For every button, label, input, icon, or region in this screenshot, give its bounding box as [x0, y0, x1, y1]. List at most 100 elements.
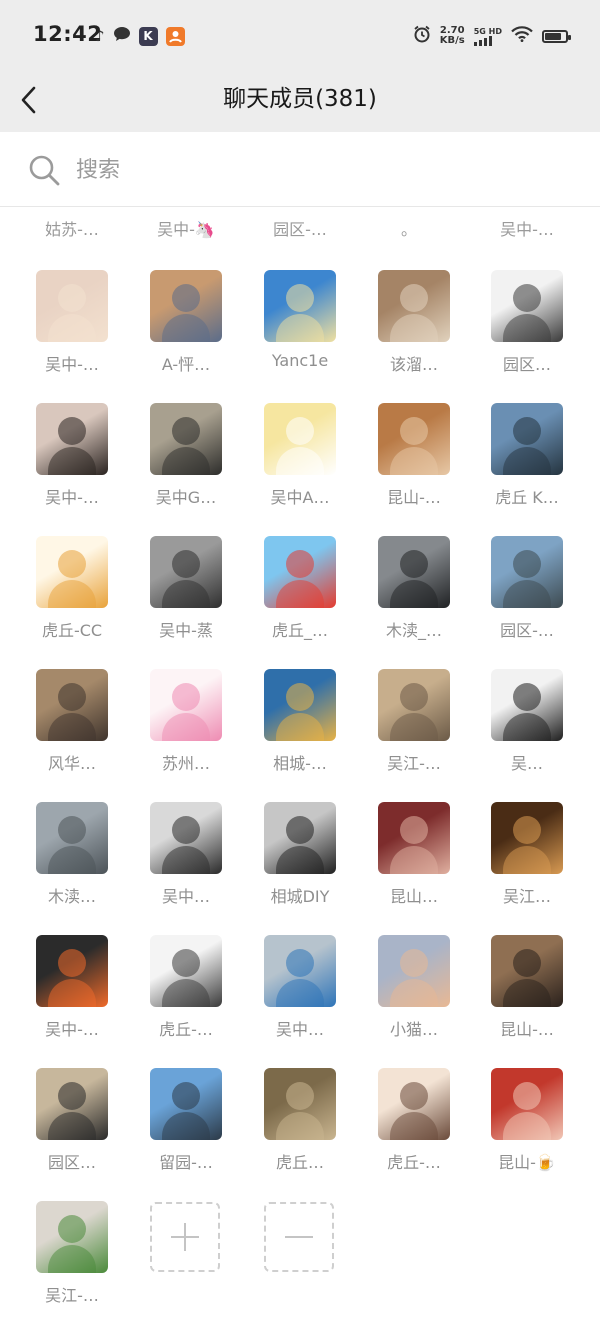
member-item[interactable]: 吴江-…: [359, 669, 469, 789]
member-item[interactable]: 吴中…: [131, 802, 241, 922]
member-item[interactable]: 风华…: [17, 669, 127, 789]
avatar: [150, 802, 222, 874]
avatar: [491, 403, 563, 475]
member-name: 吴中…: [275, 1020, 324, 1039]
member-item[interactable]: 木渎…: [17, 802, 127, 922]
member-item[interactable]: 相城DIY: [245, 802, 355, 922]
member-name: 风华…: [47, 754, 96, 773]
network-label: 5G HD: [473, 26, 502, 36]
member-name: 园区-…: [500, 621, 554, 640]
member-item[interactable]: 留园-…: [131, 1068, 241, 1188]
member-item[interactable]: A-怦…: [131, 270, 241, 390]
avatar: [378, 1068, 450, 1140]
member-item[interactable]: 吴中-…: [17, 403, 127, 523]
member-name: 虎丘…: [275, 1153, 324, 1172]
header: 聊天成员(381): [0, 68, 600, 132]
alarm-icon: [413, 25, 431, 47]
member-item[interactable]: 昆山-…: [359, 403, 469, 523]
search-bar: [0, 132, 600, 207]
battery-level: [545, 32, 561, 40]
member-item[interactable]: 虎丘-…: [359, 1068, 469, 1188]
member-item[interactable]: 吴江-…: [17, 1201, 127, 1321]
member-name: 吴江-…: [45, 1286, 99, 1305]
member-item[interactable]: 昆山-🍺: [472, 1068, 582, 1188]
member-item[interactable]: 虎丘_…: [245, 536, 355, 656]
avatar: [491, 536, 563, 608]
chat-bubble-icon: [113, 26, 131, 46]
avatar: [378, 403, 450, 475]
member-item[interactable]: 吴江…: [472, 802, 582, 922]
k-app-icon: K: [138, 26, 158, 46]
member-name: 虎丘 K…: [495, 488, 559, 507]
search-input[interactable]: [74, 148, 558, 192]
member-name[interactable]: 园区-…: [245, 216, 355, 240]
battery-icon: [542, 29, 571, 43]
partial-member-row: 姑苏-… 吴中-🦄 园区-… 。 吴中-…: [0, 206, 600, 250]
member-name: 吴中-…: [45, 488, 99, 507]
remove-member-button[interactable]: [264, 1202, 334, 1272]
member-name: 吴江…: [502, 887, 551, 906]
member-name[interactable]: 。: [354, 216, 464, 240]
member-name: A-怦…: [161, 355, 211, 374]
orange-app-icon: [165, 26, 185, 46]
member-name: 昆山-…: [387, 488, 441, 507]
back-button[interactable]: [14, 80, 50, 120]
avatar: [150, 935, 222, 1007]
member-item[interactable]: 园区…: [17, 1068, 127, 1188]
avatar: [264, 270, 336, 342]
member-name: 吴中-蒸: [159, 621, 213, 640]
member-item[interactable]: 虎丘-CC: [17, 536, 127, 656]
avatar: [378, 536, 450, 608]
member-item[interactable]: 木渎_…: [359, 536, 469, 656]
avatar: [150, 270, 222, 342]
member-item[interactable]: 昆山…: [359, 802, 469, 922]
avatar: [491, 802, 563, 874]
avatar: [36, 935, 108, 1007]
member-item[interactable]: 吴中-…: [17, 270, 127, 390]
avatar: [378, 669, 450, 741]
minus-icon: [285, 1236, 313, 1238]
member-name: 小猫…: [389, 1020, 438, 1039]
member-name: 昆山…: [389, 887, 438, 906]
member-item[interactable]: 吴中A…: [245, 403, 355, 523]
add-member-button[interactable]: [150, 1202, 220, 1272]
member-item[interactable]: 吴中G…: [131, 403, 241, 523]
member-item[interactable]: Yanc1e: [245, 270, 355, 390]
member-name[interactable]: 吴中-🦄: [131, 216, 241, 240]
member-name[interactable]: 姑苏-…: [17, 216, 127, 240]
member-name: 该溜…: [389, 355, 438, 374]
member-name: 吴中-…: [45, 355, 99, 374]
member-item[interactable]: 吴中…: [245, 935, 355, 1055]
member-name: 留园-…: [159, 1153, 213, 1172]
chevron-left-icon: [21, 86, 36, 114]
avatar: [150, 1068, 222, 1140]
member-item[interactable]: 昆山-…: [472, 935, 582, 1055]
member-item[interactable]: 吴…: [472, 669, 582, 789]
member-item[interactable]: 小猫…: [359, 935, 469, 1055]
member-item[interactable]: 园区…: [472, 270, 582, 390]
member-item[interactable]: 苏州…: [131, 669, 241, 789]
music-note-icon: ♪: [95, 27, 105, 45]
member-item[interactable]: 虎丘-…: [131, 935, 241, 1055]
avatar: [378, 270, 450, 342]
member-item[interactable]: 园区-…: [472, 536, 582, 656]
member-item[interactable]: 虎丘 K…: [472, 403, 582, 523]
member-item[interactable]: 相城-…: [245, 669, 355, 789]
member-item[interactable]: 吴中-…: [17, 935, 127, 1055]
avatar: [36, 270, 108, 342]
avatar: [36, 1201, 108, 1273]
avatar: [150, 669, 222, 741]
status-bar: 12:42 ♪ K 2.70 KB/s 5G HD: [0, 0, 600, 68]
avatar: [150, 536, 222, 608]
wifi-icon: [511, 26, 533, 46]
member-name: 苏州…: [161, 754, 210, 773]
speed-unit: KB/s: [439, 35, 465, 46]
member-name: 虎丘-…: [159, 1020, 213, 1039]
member-name[interactable]: 吴中-…: [472, 216, 582, 240]
member-name: 相城DIY: [270, 887, 330, 906]
member-item[interactable]: 该溜…: [359, 270, 469, 390]
member-item[interactable]: 虎丘…: [245, 1068, 355, 1188]
member-name: 吴…: [510, 754, 543, 773]
member-name: 木渎_…: [385, 621, 442, 640]
member-item[interactable]: 吴中-蒸: [131, 536, 241, 656]
